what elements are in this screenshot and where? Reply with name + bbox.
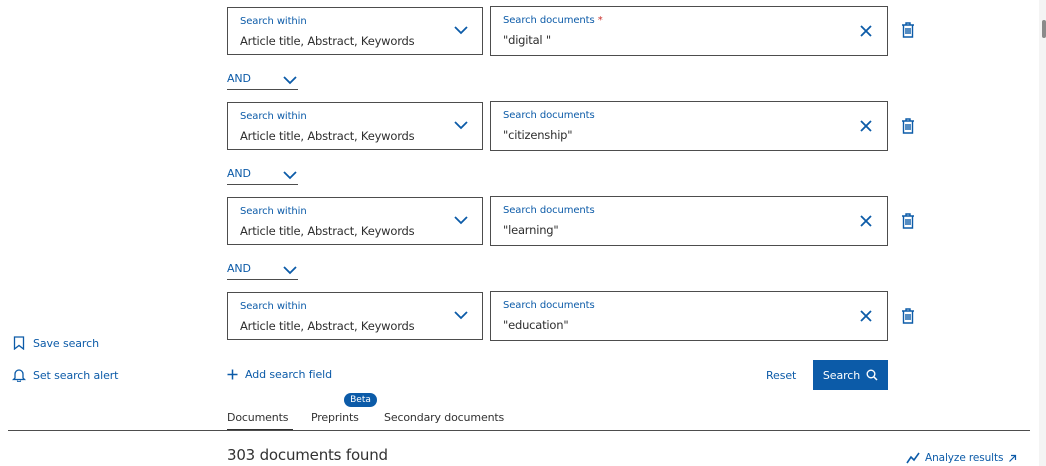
arrow-up-right-icon (1009, 454, 1017, 462)
search-within-value: Article title, Abstract, Keywords (240, 34, 415, 48)
search-within-value: Article title, Abstract, Keywords (240, 129, 415, 143)
chevron-down-icon (283, 266, 297, 275)
search-icon (866, 369, 878, 381)
line-chart-icon (906, 452, 920, 464)
search-documents-label: Search documents * (503, 15, 603, 26)
search-within-label: Search within (240, 301, 307, 312)
search-documents-label: Search documents (503, 205, 595, 216)
add-search-field-button[interactable]: Add search field (227, 368, 332, 381)
scrollbar-thumb[interactable] (1042, 20, 1046, 38)
chevron-down-icon (454, 121, 468, 130)
trash-icon[interactable] (901, 308, 915, 324)
search-within-select-3[interactable]: Search within Article title, Abstract, K… (227, 197, 483, 245)
set-search-alert-link[interactable]: Set search alert (12, 368, 119, 382)
search-documents-value: "education" (503, 318, 569, 332)
search-documents-input-3[interactable]: Search documents "learning" (490, 196, 888, 246)
close-icon[interactable] (859, 309, 873, 323)
search-documents-input-2[interactable]: Search documents "citizenship" (490, 101, 888, 151)
search-documents-label: Search documents (503, 110, 595, 121)
search-button[interactable]: Search (813, 360, 888, 390)
save-search-link[interactable]: Save search (12, 336, 99, 350)
trash-icon[interactable] (901, 118, 915, 134)
close-icon[interactable] (859, 214, 873, 228)
search-within-select-2[interactable]: Search within Article title, Abstract, K… (227, 102, 483, 150)
search-within-label: Search within (240, 206, 307, 217)
trash-icon[interactable] (901, 22, 915, 38)
tab-documents[interactable]: Documents (227, 411, 289, 424)
search-within-value: Article title, Abstract, Keywords (240, 224, 415, 238)
close-icon[interactable] (859, 119, 873, 133)
boolean-operator-select-3[interactable]: AND (227, 260, 298, 280)
chevron-down-icon (283, 171, 297, 180)
search-documents-value: "citizenship" (503, 128, 573, 142)
search-within-label: Search within (240, 16, 307, 27)
bookmark-icon (13, 336, 25, 350)
search-documents-value: "learning" (503, 223, 559, 237)
bell-icon (12, 369, 26, 382)
reset-button[interactable]: Reset (766, 369, 796, 382)
chevron-down-icon (454, 216, 468, 225)
chevron-down-icon (283, 76, 297, 85)
chevron-down-icon (454, 26, 468, 35)
operator-label: AND (227, 167, 251, 180)
save-search-label: Save search (33, 336, 99, 350)
required-mark: * (597, 15, 603, 26)
search-within-label: Search within (240, 111, 307, 122)
trash-icon[interactable] (901, 213, 915, 229)
plus-icon (227, 369, 238, 380)
close-icon[interactable] (859, 24, 873, 38)
scrollbar-track[interactable] (1039, 0, 1046, 466)
documents-found-count: 303 documents found (227, 446, 388, 464)
beta-badge: Beta (344, 393, 377, 407)
operator-label: AND (227, 72, 251, 85)
search-documents-label: Search documents (503, 300, 595, 311)
search-button-label: Search (822, 368, 861, 382)
tabs-divider (8, 430, 1030, 431)
set-search-alert-label: Set search alert (33, 368, 119, 382)
analyze-results-label: Analyze results (925, 452, 1004, 464)
boolean-operator-select-1[interactable]: AND (227, 70, 298, 90)
search-within-select-4[interactable]: Search within Article title, Abstract, K… (227, 292, 483, 340)
chevron-down-icon (454, 311, 468, 320)
operator-label: AND (227, 262, 251, 275)
tab-secondary-documents[interactable]: Secondary documents (384, 411, 504, 424)
boolean-operator-select-2[interactable]: AND (227, 165, 298, 185)
add-search-field-label: Add search field (245, 368, 332, 381)
search-within-select-1[interactable]: Search within Article title, Abstract, K… (227, 7, 483, 55)
search-documents-input-4[interactable]: Search documents "education" (490, 291, 888, 341)
search-within-value: Article title, Abstract, Keywords (240, 319, 415, 333)
search-documents-input-1[interactable]: Search documents * "digital " (490, 6, 888, 56)
search-documents-value: "digital " (503, 33, 551, 47)
analyze-results-link[interactable]: Analyze results (906, 452, 1017, 464)
tab-preprints[interactable]: Preprints (311, 411, 359, 424)
